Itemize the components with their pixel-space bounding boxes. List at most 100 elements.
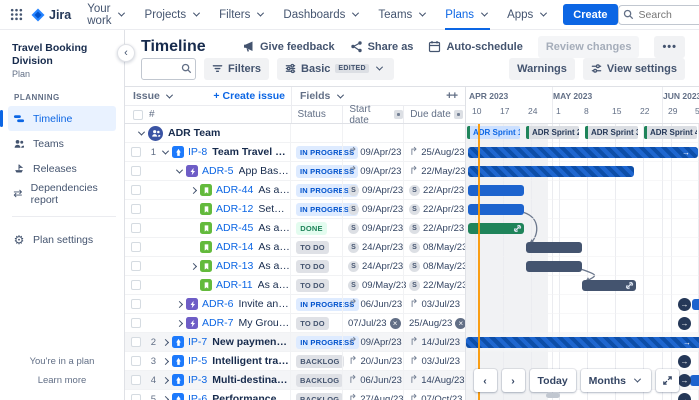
row-checkbox[interactable] [131,185,141,195]
issue-row[interactable]: ADR-7 My Group Trips Overview TO DO 07/Jul/… [125,314,465,333]
offscreen-bar-indicator-icon[interactable]: → [678,393,691,400]
sprint-chip[interactable]: ADR Sprint 1 [467,126,520,139]
offscreen-bar-indicator-icon[interactable]: → [678,374,691,387]
issue-column-header[interactable]: Issue [133,90,160,102]
issue-row[interactable]: ADR-44As a user I can up...IN PROGRESSS0… [125,181,465,200]
row-checkbox[interactable] [131,318,141,328]
status-cell[interactable]: TO DO [290,314,342,332]
row-checkbox[interactable] [131,261,141,271]
nav-item-your-work[interactable]: Your work [87,0,127,30]
expander-chevron-down-icon[interactable] [478,9,490,17]
expander-chevron-down-icon[interactable] [349,9,361,17]
create-issue-button[interactable]: + Create issue [213,90,285,102]
sidebar-item-dependencies-report[interactable]: ⇄ Dependencies report [8,181,116,206]
expander-chevron-right-icon[interactable] [159,357,171,365]
zoom-level-select[interactable]: Months [580,369,651,392]
issue-key[interactable]: ADR-6 [202,298,234,310]
start-date-cell[interactable]: ↱ 06/Jun/23 [342,295,403,313]
expander-chevron-down-icon[interactable] [254,9,266,17]
issue-key[interactable]: ADR-12 [216,203,253,215]
due-date-cell[interactable] [403,124,465,142]
nav-item-filters[interactable]: Filters [219,0,266,30]
add-columns-button[interactable]: ++ [446,90,458,102]
row-checkbox[interactable] [131,204,141,214]
issue-row[interactable]: ADR-12Setup dev and and ...IN PROGRESSS0… [125,200,465,219]
expander-chevron-right-icon[interactable] [159,338,171,346]
due-date-cell[interactable]: ↱ 22/May/23 [403,162,465,180]
give-feedback-button[interactable]: Give feedback [242,40,335,53]
status-cell[interactable]: IN PROGRESS [290,295,359,313]
sidebar-item-releases[interactable]: Releases [8,156,116,181]
issue-row[interactable]: 5IP-6Performance level-upBACKLOG↱27/Aug/… [125,390,465,400]
sprint-chip[interactable]: ADR Sprint 4 [644,126,697,139]
start-date-cell[interactable]: S 09/May/23 [342,276,406,294]
gantt-bar[interactable] [526,241,582,253]
issue-row[interactable]: 2IP-7New payment systemsIN PROGRESS↱09/A… [125,333,465,352]
expander-chevron-right-icon[interactable] [159,376,171,384]
row-checkbox[interactable] [131,280,141,290]
due-date-column-header[interactable]: Due date [410,109,451,120]
due-date-cell[interactable]: S 08/May/23 [403,257,465,275]
start-date-cell[interactable]: ↱ 09/Apr/23 [342,333,403,351]
status-cell[interactable]: BACKLOG [290,352,344,370]
expander-chevron-down-icon[interactable] [416,9,428,17]
issue-key[interactable]: ADR-7 [202,317,234,329]
start-date-column-header[interactable]: Start date [349,104,391,126]
expander-chevron-down-icon[interactable] [537,9,549,17]
status-cell[interactable]: TO DO [290,276,342,294]
issue-key[interactable]: ADR-45 [216,222,253,234]
jira-logo[interactable]: Jira [31,8,71,22]
due-date-cell[interactable]: ↱ 03/Jul/23 [403,352,465,370]
status-cell[interactable]: TO DO [290,257,342,275]
group-row[interactable]: ADR Team [125,124,465,143]
due-date-cell[interactable]: 25/Aug/23 × [403,314,465,332]
issue-key[interactable]: IP-7 [188,336,207,348]
issue-row[interactable]: 4IP-3Multi-destination searchBACKLOG↱06/… [125,371,465,390]
issue-key[interactable]: IP-8 [188,146,207,158]
status-column-header[interactable]: Status [298,109,326,120]
start-date-cell[interactable]: ↱ 09/Apr/23 [342,143,403,161]
due-date-cell[interactable]: ↱ 25/Aug/23 [403,143,465,161]
app-switcher-icon[interactable] [10,8,23,21]
status-cell[interactable]: TO DO [290,238,342,256]
issue-row[interactable]: ADR-5 App Basics - Android testIN PROGRES… [125,162,465,181]
row-checkbox[interactable] [131,299,141,309]
select-all-checkbox[interactable] [133,109,143,120]
issue-key[interactable]: IP-6 [188,393,207,400]
row-checkbox[interactable] [131,375,141,385]
clear-date-icon[interactable]: × [455,317,465,329]
sidebar-item-plan-settings[interactable]: ⚙ Plan settings [8,227,116,252]
nav-item-teams[interactable]: Teams [378,0,428,30]
expander-chevron-right-icon[interactable] [159,395,171,400]
row-checkbox[interactable] [131,337,141,347]
fields-menu[interactable]: Fields [300,90,330,102]
issue-row[interactable]: ADR-13As a user I can log i...TO DOS24/A… [125,257,465,276]
start-date-cell[interactable]: ↱ 27/Aug/23 [342,390,404,400]
start-date-cell[interactable] [342,124,403,142]
offscreen-bar-indicator-icon[interactable]: → [678,355,691,368]
sidebar-collapse-button[interactable]: ‹ [117,44,135,62]
expander-chevron-down-icon[interactable] [135,128,147,136]
due-date-cell[interactable]: ↱ 14/Jul/23 [403,333,465,351]
start-date-cell[interactable]: S 24/Apr/23 [342,257,403,275]
status-cell[interactable]: IN PROGRESS [290,143,359,161]
due-date-cell[interactable]: ↱ 03/Jul/23 [403,295,465,313]
status-cell[interactable] [290,124,342,142]
scroll-left-button[interactable]: ‹ [473,369,497,392]
issue-key[interactable]: ADR-13 [216,260,253,272]
expander-chevron-down-icon[interactable] [190,9,202,17]
start-date-cell[interactable]: S 09/Apr/23 [342,200,403,218]
scroll-right-button[interactable]: › [501,369,525,392]
start-date-cell[interactable]: 07/Jul/23 × [342,314,403,332]
issue-row[interactable]: ADR-11 As a user I can log i... TO DO S09/M… [125,276,465,295]
due-date-cell[interactable]: S 22/Apr/23 [403,219,465,237]
nav-item-dashboards[interactable]: Dashboards [283,0,361,30]
gantt-bar[interactable]: → [466,336,699,348]
share-as-button[interactable]: Share as [350,40,413,53]
filters-button[interactable]: Filters [204,57,270,80]
status-cell[interactable]: BACKLOG [290,371,344,389]
start-date-cell[interactable]: S 09/Apr/23 [342,219,403,237]
sidebar-item-teams[interactable]: Teams [8,131,116,156]
expander-chevron-down-icon[interactable] [173,166,185,174]
nav-item-apps[interactable]: Apps [507,0,549,30]
